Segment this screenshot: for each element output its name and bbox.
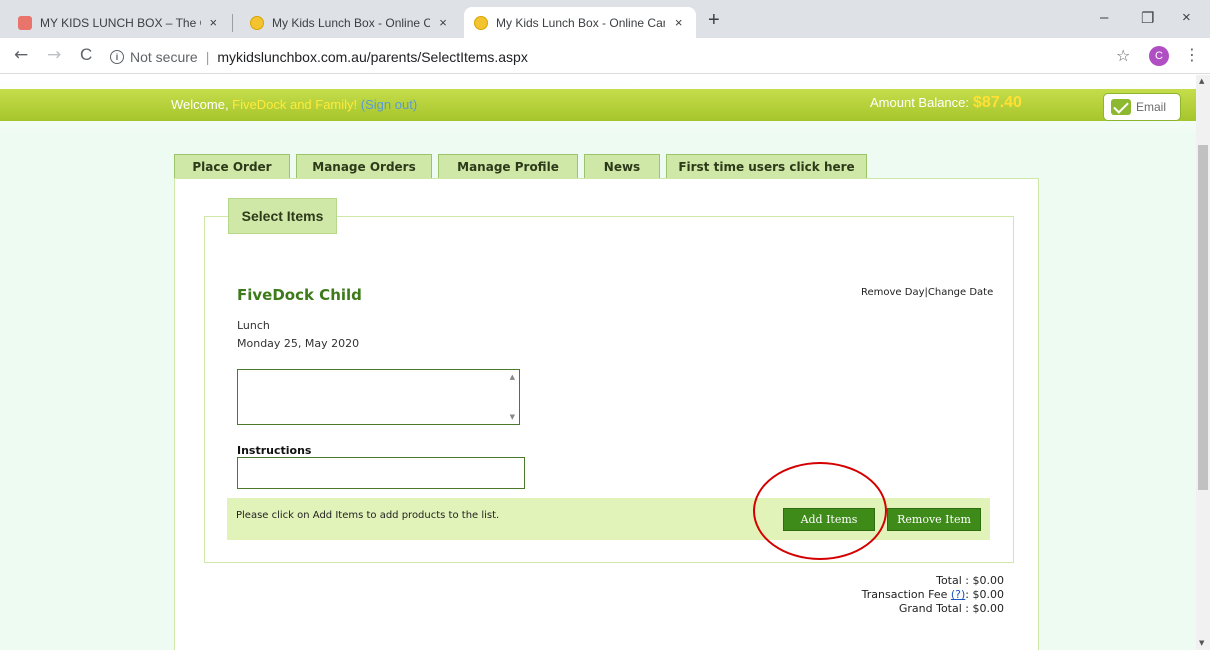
scrollbar-thumb[interactable] — [1198, 145, 1208, 490]
tab-manage-orders[interactable]: Manage Orders — [296, 154, 432, 178]
welcome-prefix: Welcome, — [171, 97, 233, 112]
site-favicon-icon — [18, 15, 32, 30]
grand-total-row: Grand Total : $0.00 — [862, 602, 1004, 616]
email-button[interactable]: Email — [1103, 93, 1181, 121]
tab-manage-profile[interactable]: Manage Profile — [438, 154, 578, 178]
close-tab-icon[interactable]: × — [671, 15, 686, 30]
fee-value: $0.00 — [972, 588, 1005, 601]
page-viewport: Welcome, FiveDock and Family! (Sign out)… — [0, 75, 1196, 650]
grand-total-label: Grand Total : — [898, 602, 969, 615]
section-title: Select Items — [228, 198, 337, 234]
fee-help-link[interactable]: (?) — [951, 588, 965, 601]
action-bar: Please click on Add Items to add product… — [227, 498, 990, 540]
add-items-button[interactable]: Add Items — [783, 508, 875, 531]
remove-item-button[interactable]: Remove Item — [887, 508, 981, 531]
child-name: FiveDock Child — [237, 286, 362, 304]
balance-value: $87.40 — [973, 94, 1022, 111]
scroll-up-arrow-icon[interactable]: ▲ — [510, 373, 515, 381]
remove-day-link[interactable]: Remove Day — [861, 287, 925, 298]
reload-button[interactable]: C — [80, 45, 92, 65]
tab-first-time-users[interactable]: First time users click here — [666, 154, 867, 178]
welcome-message: Welcome, FiveDock and Family! (Sign out) — [171, 97, 417, 112]
items-listbox[interactable]: ▲ ▼ — [237, 369, 520, 425]
close-window-button[interactable]: × — [1182, 9, 1191, 26]
scrollbar-down-icon[interactable]: ▼ — [1199, 639, 1204, 647]
profile-avatar[interactable]: C — [1149, 46, 1169, 66]
tab-separator — [232, 14, 233, 32]
lunchbox-favicon-icon — [250, 15, 264, 30]
address-separator: | — [205, 48, 210, 65]
forward-button[interactable]: → — [47, 45, 61, 65]
scroll-down-arrow-icon[interactable]: ▼ — [510, 413, 515, 421]
user-name: FiveDock and Family! — [232, 97, 358, 112]
info-icon[interactable]: i — [110, 49, 124, 64]
order-panel: Select Items FiveDock Child Remove Day|C… — [174, 178, 1039, 650]
total-label: Total : — [936, 574, 969, 587]
browser-tab-2[interactable]: My Kids Lunch Box - Online Cante × — [240, 7, 460, 38]
change-date-link[interactable]: Change Date — [928, 287, 993, 298]
browser-toolbar: ← → C i Not secure | mykidslunchbox.com.… — [0, 38, 1210, 74]
add-items-hint: Please click on Add Items to add product… — [236, 510, 500, 521]
minimize-button[interactable]: – — [1100, 9, 1108, 26]
close-tab-icon[interactable]: × — [207, 15, 220, 30]
total-row: Total : $0.00 — [862, 574, 1004, 588]
browser-tab-title: My Kids Lunch Box - Online Cante — [496, 15, 666, 30]
sign-out-link[interactable]: (Sign out) — [361, 97, 417, 112]
fee-colon: : — [965, 588, 969, 601]
lunchbox-favicon-icon — [474, 15, 488, 30]
fee-label: Transaction Fee — [861, 588, 948, 601]
email-icon — [1111, 99, 1131, 115]
instructions-textarea[interactable] — [237, 457, 525, 489]
site-header: Welcome, FiveDock and Family! (Sign out)… — [0, 89, 1196, 121]
total-value: $0.00 — [972, 574, 1005, 587]
balance-label: Amount Balance: — [870, 95, 970, 110]
browser-tab-title: MY KIDS LUNCH BOX – The Cante — [40, 15, 201, 30]
restore-button[interactable]: ❐ — [1141, 9, 1154, 27]
instructions-label: Instructions — [237, 444, 312, 457]
new-tab-button[interactable]: + — [708, 10, 720, 30]
address-bar[interactable]: i Not secure | mykidslunchbox.com.au/par… — [110, 43, 1110, 70]
meal-type: Lunch — [237, 319, 270, 332]
bookmark-star-icon[interactable]: ☆ — [1116, 46, 1130, 65]
browser-tab-3-active[interactable]: My Kids Lunch Box - Online Cante × — [464, 7, 696, 38]
browser-tab-1[interactable]: MY KIDS LUNCH BOX – The Cante × — [8, 7, 230, 38]
browser-tab-title: My Kids Lunch Box - Online Cante — [272, 15, 431, 30]
grand-total-value: $0.00 — [972, 602, 1005, 615]
back-button[interactable]: ← — [14, 45, 28, 65]
security-label: Not secure — [130, 48, 198, 65]
email-label: Email — [1136, 100, 1167, 114]
url-text: mykidslunchbox.com.au/parents/SelectItem… — [217, 48, 528, 65]
tab-place-order[interactable]: Place Order — [174, 154, 290, 178]
amount-balance: Amount Balance: $87.40 — [870, 94, 1022, 112]
order-date: Monday 25, May 2020 — [237, 337, 360, 350]
fee-row: Transaction Fee (?): $0.00 — [862, 588, 1004, 602]
order-totals: Total : $0.00 Transaction Fee (?): $0.00… — [862, 574, 1004, 616]
close-tab-icon[interactable]: × — [436, 15, 450, 30]
tab-news[interactable]: News — [584, 154, 660, 178]
page-scrollbar[interactable]: ▲ ▼ — [1196, 75, 1210, 650]
scrollbar-up-icon[interactable]: ▲ — [1199, 77, 1204, 85]
browser-menu-icon[interactable]: ⋮ — [1184, 45, 1200, 64]
browser-tabstrip: MY KIDS LUNCH BOX – The Cante × My Kids … — [0, 0, 1210, 38]
day-links: Remove Day|Change Date — [861, 287, 993, 298]
